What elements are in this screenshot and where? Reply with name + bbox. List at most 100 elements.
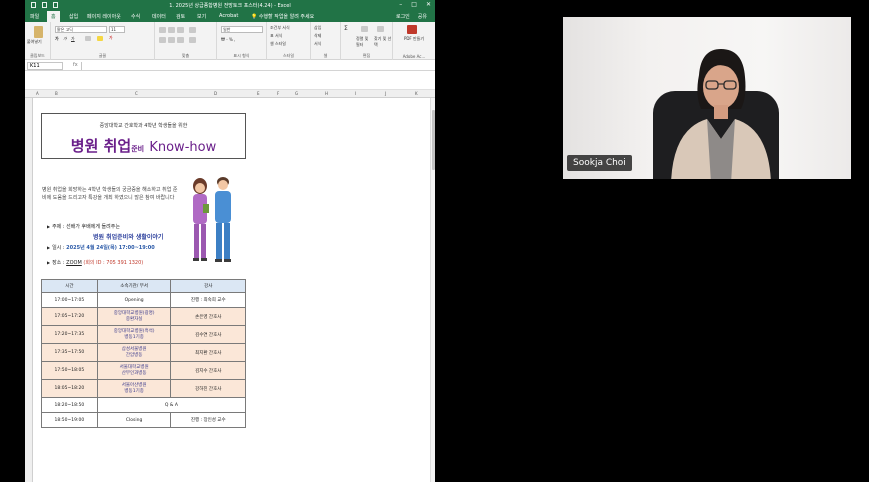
tab-home[interactable]: 홈 [47, 11, 60, 22]
table-format-button[interactable]: 표 서식 [270, 33, 282, 39]
cell-time: 18:50~19:00 [41, 412, 98, 428]
table-header-time: 시간 [41, 279, 98, 293]
meeting-id: (회의 ID : 705 391 1320) [83, 260, 144, 266]
fx-icon[interactable]: fx [73, 62, 78, 68]
sort-filter-icon[interactable] [361, 26, 368, 32]
create-pdf-button[interactable]: PDF 만들기 [403, 36, 425, 42]
shared-screen-excel: 1. 2025년 상급종합병원 전망토크 포스터(4.24) - Excel –… [25, 0, 435, 482]
table-row: 18:20~18:50 Q & A [41, 397, 247, 413]
align-top-icon[interactable] [159, 27, 166, 33]
column-header[interactable]: K [415, 91, 418, 96]
table-header-speaker: 강사 [170, 279, 246, 293]
table-row: 17:20~17:35 중앙대학교병원(흑석) 병동1기종 김수연 간호사 [41, 325, 246, 344]
delete-cells-button[interactable]: 삭제 [314, 33, 321, 39]
date-label: 일시 : [52, 245, 67, 251]
column-header[interactable]: J [385, 91, 386, 96]
poster-title-en: Know-how [149, 140, 217, 155]
column-header[interactable]: C [135, 91, 138, 96]
currency-button[interactable]: ₩ - % , [221, 37, 235, 42]
column-header[interactable]: G [295, 91, 298, 96]
sort-filter-button[interactable]: 정렬 및 필터 [356, 36, 372, 48]
number-format-select[interactable]: 일반 [221, 26, 263, 33]
font-color-icon[interactable]: 가 [109, 35, 113, 41]
align-center-icon[interactable] [168, 37, 175, 43]
fill-color-icon[interactable] [97, 36, 103, 41]
cell-org: Opening [96, 292, 172, 308]
tab-view[interactable]: 보기 [197, 13, 206, 20]
minimize-icon[interactable]: – [399, 1, 402, 8]
tab-review[interactable]: 검토 [176, 13, 185, 20]
merge-center-icon[interactable] [189, 37, 196, 43]
autosum-icon[interactable]: Σ [344, 25, 348, 32]
vertical-scrollbar[interactable] [430, 98, 435, 482]
tell-me-search[interactable]: 💡 수행할 작업을 알려 주세요 [251, 13, 314, 20]
pdf-icon[interactable] [407, 25, 417, 34]
table-row: 17:05~17:20 중앙대학교병원(광명) 중환자실 손은영 간호사 [41, 307, 246, 326]
table-row: 18:05~18:20 서울아산병원 병동1기종 강하진 간호사 [41, 379, 246, 398]
tab-page-layout[interactable]: 페이지 레이아웃 [87, 13, 121, 20]
group-label-adobe: Adobe Ac... [402, 54, 426, 59]
cell-org: Q & A [96, 397, 247, 413]
share-button[interactable]: 공유 [418, 13, 427, 20]
cell-time: 17:50~18:05 [41, 361, 98, 380]
cell-time: 17:35~17:50 [41, 343, 98, 362]
ribbon-group-font: 맑은 고딕 11 가 가 가 가 글꼴 [51, 22, 155, 60]
formula-bar: K11 fx [25, 61, 435, 71]
table-row: 17:35~17:50 삼성서울병원 간암병동 최지환 간호사 [41, 343, 246, 362]
insert-cells-button[interactable]: 삽입 [314, 25, 321, 31]
align-left-icon[interactable] [159, 37, 166, 43]
column-header[interactable]: A [36, 91, 39, 96]
column-headers: A B C D E F G H I J K [25, 90, 435, 98]
window-title: 1. 2025년 상급종합병원 전망토크 포스터(4.24) - Excel [169, 3, 291, 9]
place-label: 장소 : [52, 260, 67, 266]
triangle-bullet-icon: ▶ [47, 224, 51, 229]
paste-button[interactable]: 붙여넣기 [27, 39, 42, 45]
maximize-icon[interactable]: □ [411, 1, 417, 8]
align-right-icon[interactable] [177, 37, 184, 43]
expanded-formula-area [25, 72, 435, 90]
cell-style-button[interactable]: 셀 스타일 [270, 41, 286, 47]
tab-insert[interactable]: 삽입 [69, 13, 78, 20]
name-box[interactable]: K11 [27, 62, 63, 70]
cell-speaker: 진행 : 최숙희 교수 [170, 292, 246, 308]
conditional-format-button[interactable]: 조건부 서식 [270, 25, 290, 31]
column-header[interactable]: D [214, 91, 217, 96]
column-header[interactable]: I [355, 91, 356, 96]
underline-button[interactable]: 가 [71, 36, 75, 42]
video-call-stage: 1. 2025년 상급종합병원 전망토크 포스터(4.24) - Excel –… [0, 0, 869, 482]
column-header[interactable]: F [277, 91, 279, 96]
tab-file[interactable]: 파일 [30, 13, 39, 20]
sign-in-link[interactable]: 로그인 [396, 13, 410, 20]
tab-acrobat[interactable]: Acrobat [219, 13, 238, 19]
tab-formulas[interactable]: 수식 [131, 13, 140, 20]
column-header[interactable]: H [325, 91, 328, 96]
italic-button[interactable]: 가 [63, 36, 67, 42]
column-header[interactable]: B [55, 91, 58, 96]
formula-input[interactable] [81, 62, 433, 70]
wrap-text-icon[interactable] [189, 27, 196, 33]
ribbon-group-alignment: 맞춤 [155, 22, 217, 60]
find-select-button[interactable]: 찾기 및 선택 [374, 36, 392, 48]
font-name-select[interactable]: 맑은 고딕 [55, 26, 107, 33]
participant-name-label: Sookja Choi [567, 155, 632, 171]
poster-title-box: 중앙대학교 간호학과 4학년 학생들을 위한 병원 취업준비 Know-how [41, 113, 246, 159]
format-cells-button[interactable]: 서식 [314, 41, 321, 47]
paste-icon[interactable] [34, 26, 43, 38]
find-select-icon[interactable] [377, 26, 384, 32]
group-label-cells: 셀 [323, 53, 328, 58]
align-middle-icon[interactable] [168, 27, 175, 33]
align-bottom-icon[interactable] [177, 27, 184, 33]
scrollbar-thumb[interactable] [432, 110, 435, 170]
participant-video-image [671, 49, 771, 179]
border-icon[interactable] [85, 36, 91, 41]
worksheet-area[interactable]: 중앙대학교 간호학과 4학년 학생들을 위한 병원 취업준비 Know-how [33, 98, 430, 482]
window-controls: – □ ✕ [399, 1, 431, 8]
bold-button[interactable]: 가 [55, 36, 59, 42]
close-icon[interactable]: ✕ [426, 1, 431, 8]
tab-data[interactable]: 데이터 [152, 13, 166, 20]
group-label-number: 표시 형식 [233, 53, 250, 58]
column-header[interactable]: E [257, 91, 260, 96]
font-size-select[interactable]: 11 [109, 26, 125, 33]
participant-video-tile[interactable]: Sookja Choi [563, 17, 851, 179]
cell-speaker: 진행 : 장인성 교수 [170, 412, 246, 428]
